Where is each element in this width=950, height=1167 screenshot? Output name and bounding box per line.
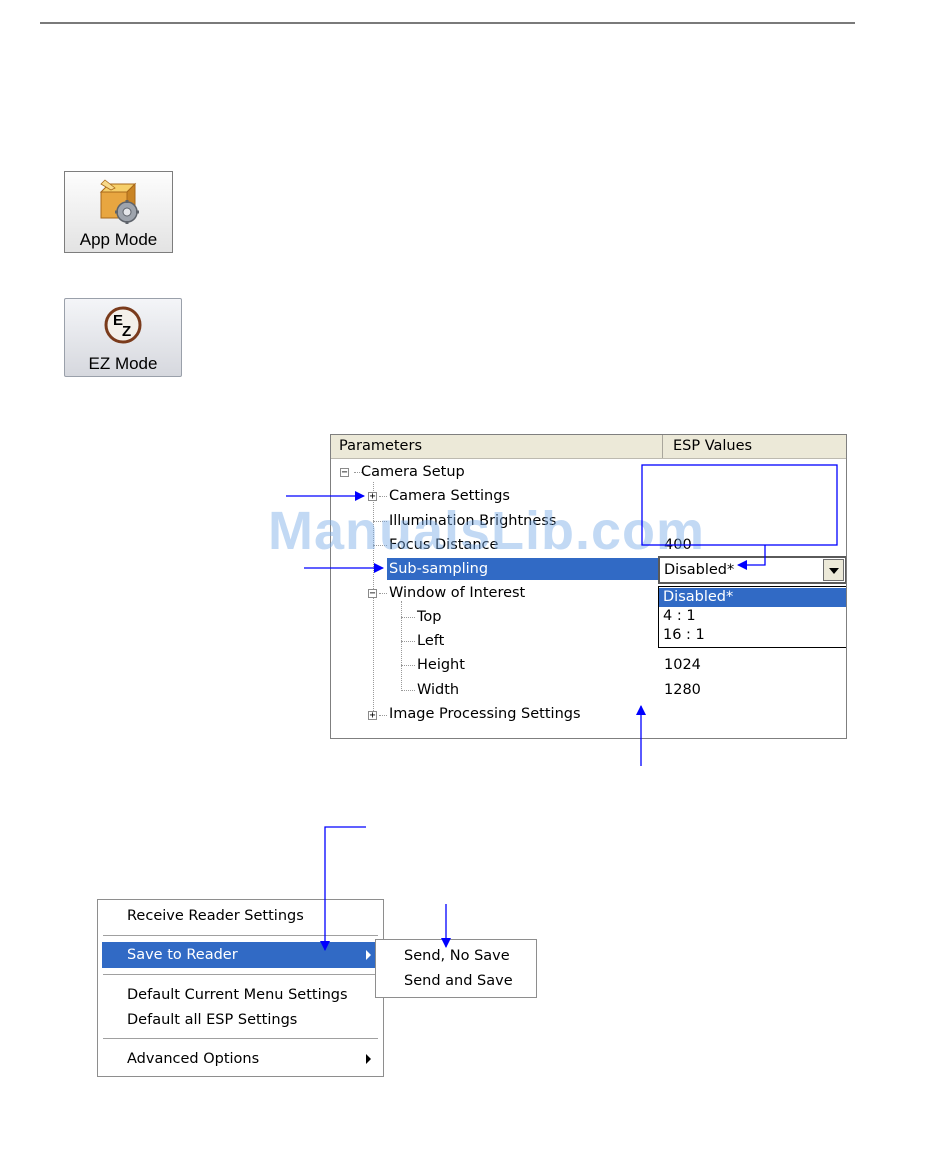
callout-to-combo — [737, 545, 766, 570]
callout-box — [641, 464, 838, 546]
callout-arrows — [286, 464, 838, 951]
arrow-to-save-to-reader — [320, 826, 366, 951]
